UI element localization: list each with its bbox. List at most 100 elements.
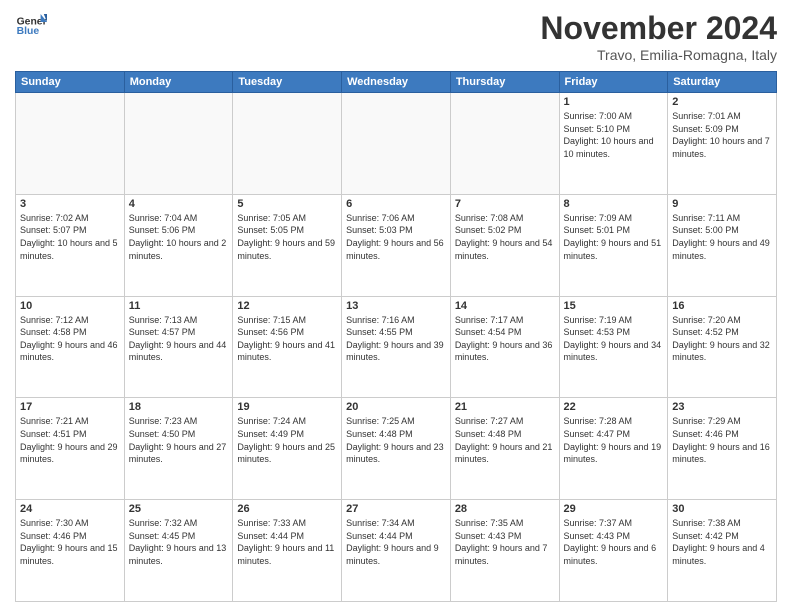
logo: General Blue	[15, 10, 47, 42]
calendar-cell: 3 Sunrise: 7:02 AM Sunset: 5:07 PM Daylig…	[16, 194, 125, 296]
day-number: 10	[20, 300, 120, 312]
calendar-cell: 12 Sunrise: 7:15 AM Sunset: 4:56 PM Dayli…	[233, 296, 342, 398]
day-info: Sunrise: 7:08 AM Sunset: 5:02 PM Dayligh…	[455, 212, 555, 262]
day-info: Sunrise: 7:12 AM Sunset: 4:58 PM Dayligh…	[20, 314, 120, 364]
day-number: 24	[20, 503, 120, 515]
day-info: Sunrise: 7:33 AM Sunset: 4:44 PM Dayligh…	[237, 517, 337, 567]
title-block: November 2024 Travo, Emilia-Romagna, Ita…	[540, 10, 777, 63]
calendar-cell: 23 Sunrise: 7:29 AM Sunset: 4:46 PM Dayli…	[668, 398, 777, 500]
week-row-2: 10 Sunrise: 7:12 AM Sunset: 4:58 PM Dayli…	[16, 296, 777, 398]
calendar-cell	[124, 93, 233, 195]
calendar-cell: 18 Sunrise: 7:23 AM Sunset: 4:50 PM Dayli…	[124, 398, 233, 500]
day-number: 17	[20, 401, 120, 413]
calendar-table: SundayMondayTuesdayWednesdayThursdayFrid…	[15, 71, 777, 602]
calendar-cell: 30 Sunrise: 7:38 AM Sunset: 4:42 PM Dayli…	[668, 500, 777, 602]
calendar-cell: 22 Sunrise: 7:28 AM Sunset: 4:47 PM Dayli…	[559, 398, 668, 500]
day-number: 18	[129, 401, 229, 413]
calendar-cell: 24 Sunrise: 7:30 AM Sunset: 4:46 PM Dayli…	[16, 500, 125, 602]
week-row-3: 17 Sunrise: 7:21 AM Sunset: 4:51 PM Dayli…	[16, 398, 777, 500]
calendar-cell: 13 Sunrise: 7:16 AM Sunset: 4:55 PM Dayli…	[342, 296, 451, 398]
day-info: Sunrise: 7:16 AM Sunset: 4:55 PM Dayligh…	[346, 314, 446, 364]
day-number: 3	[20, 198, 120, 210]
day-number: 23	[672, 401, 772, 413]
day-info: Sunrise: 7:15 AM Sunset: 4:56 PM Dayligh…	[237, 314, 337, 364]
calendar-cell: 27Sunrise: 7:34 AM Sunset: 4:44 PM Dayli…	[342, 500, 451, 602]
day-info: Sunrise: 7:20 AM Sunset: 4:52 PM Dayligh…	[672, 314, 772, 364]
day-number: 30	[672, 503, 772, 515]
calendar-cell: 7 Sunrise: 7:08 AM Sunset: 5:02 PM Daylig…	[450, 194, 559, 296]
calendar-cell: 11 Sunrise: 7:13 AM Sunset: 4:57 PM Dayli…	[124, 296, 233, 398]
calendar-cell: 20 Sunrise: 7:25 AM Sunset: 4:48 PM Dayli…	[342, 398, 451, 500]
day-info: Sunrise: 7:21 AM Sunset: 4:51 PM Dayligh…	[20, 415, 120, 465]
calendar-cell: 8 Sunrise: 7:09 AM Sunset: 5:01 PM Daylig…	[559, 194, 668, 296]
calendar-cell: 2Sunrise: 7:01 AM Sunset: 5:09 PM Daylig…	[668, 93, 777, 195]
day-number: 29	[564, 503, 664, 515]
day-info: Sunrise: 7:09 AM Sunset: 5:01 PM Dayligh…	[564, 212, 664, 262]
day-number: 21	[455, 401, 555, 413]
day-number: 22	[564, 401, 664, 413]
header-area: General Blue November 2024 Travo, Emilia…	[15, 10, 777, 63]
day-info: Sunrise: 7:05 AM Sunset: 5:05 PM Dayligh…	[237, 212, 337, 262]
month-title: November 2024	[540, 10, 777, 47]
day-info: Sunrise: 7:00 AM Sunset: 5:10 PM Dayligh…	[564, 110, 664, 160]
day-info: Sunrise: 7:04 AM Sunset: 5:06 PM Dayligh…	[129, 212, 229, 262]
svg-text:Blue: Blue	[17, 26, 40, 37]
calendar-cell: 15 Sunrise: 7:19 AM Sunset: 4:53 PM Dayli…	[559, 296, 668, 398]
day-number: 12	[237, 300, 337, 312]
calendar-cell: 1 Sunrise: 7:00 AM Sunset: 5:10 PM Daylig…	[559, 93, 668, 195]
day-number: 5	[237, 198, 337, 210]
day-info: Sunrise: 7:37 AM Sunset: 4:43 PM Dayligh…	[564, 517, 664, 567]
day-info: Sunrise: 7:02 AM Sunset: 5:07 PM Dayligh…	[20, 212, 120, 262]
day-number: 15	[564, 300, 664, 312]
week-row-0: 1 Sunrise: 7:00 AM Sunset: 5:10 PM Daylig…	[16, 93, 777, 195]
day-number: 13	[346, 300, 446, 312]
calendar-cell: 19 Sunrise: 7:24 AM Sunset: 4:49 PM Dayli…	[233, 398, 342, 500]
day-info: Sunrise: 7:38 AM Sunset: 4:42 PM Dayligh…	[672, 517, 772, 567]
day-info: Sunrise: 7:28 AM Sunset: 4:47 PM Dayligh…	[564, 415, 664, 465]
day-number: 19	[237, 401, 337, 413]
day-info: Sunrise: 7:35 AM Sunset: 4:43 PM Dayligh…	[455, 517, 555, 567]
day-number: 28	[455, 503, 555, 515]
day-number: 26	[237, 503, 337, 515]
weekday-header-monday: Monday	[124, 72, 233, 93]
calendar-cell: 5 Sunrise: 7:05 AM Sunset: 5:05 PM Daylig…	[233, 194, 342, 296]
calendar-cell	[342, 93, 451, 195]
calendar-cell: 6 Sunrise: 7:06 AM Sunset: 5:03 PM Daylig…	[342, 194, 451, 296]
weekday-header-wednesday: Wednesday	[342, 72, 451, 93]
weekday-header-friday: Friday	[559, 72, 668, 93]
calendar-cell: 4Sunrise: 7:04 AM Sunset: 5:06 PM Daylig…	[124, 194, 233, 296]
day-number: 8	[564, 198, 664, 210]
day-info: Sunrise: 7:30 AM Sunset: 4:46 PM Dayligh…	[20, 517, 120, 567]
day-info: Sunrise: 7:01 AM Sunset: 5:09 PM Dayligh…	[672, 110, 772, 160]
day-number: 27	[346, 503, 446, 515]
calendar-cell	[233, 93, 342, 195]
calendar-cell: 28 Sunrise: 7:35 AM Sunset: 4:43 PM Dayli…	[450, 500, 559, 602]
day-number: 7	[455, 198, 555, 210]
day-number: 11	[129, 300, 229, 312]
day-info: Sunrise: 7:27 AM Sunset: 4:48 PM Dayligh…	[455, 415, 555, 465]
calendar-cell: 29 Sunrise: 7:37 AM Sunset: 4:43 PM Dayli…	[559, 500, 668, 602]
day-info: Sunrise: 7:17 AM Sunset: 4:54 PM Dayligh…	[455, 314, 555, 364]
calendar-cell: 16 Sunrise: 7:20 AM Sunset: 4:52 PM Dayli…	[668, 296, 777, 398]
day-info: Sunrise: 7:25 AM Sunset: 4:48 PM Dayligh…	[346, 415, 446, 465]
day-number: 16	[672, 300, 772, 312]
calendar-cell: 17 Sunrise: 7:21 AM Sunset: 4:51 PM Dayli…	[16, 398, 125, 500]
day-number: 9	[672, 198, 772, 210]
calendar-cell	[16, 93, 125, 195]
day-number: 6	[346, 198, 446, 210]
day-info: Sunrise: 7:13 AM Sunset: 4:57 PM Dayligh…	[129, 314, 229, 364]
weekday-header-saturday: Saturday	[668, 72, 777, 93]
day-info: Sunrise: 7:06 AM Sunset: 5:03 PM Dayligh…	[346, 212, 446, 262]
day-number: 1	[564, 96, 664, 108]
day-info: Sunrise: 7:32 AM Sunset: 4:45 PM Dayligh…	[129, 517, 229, 567]
day-info: Sunrise: 7:19 AM Sunset: 4:53 PM Dayligh…	[564, 314, 664, 364]
calendar-cell: 9Sunrise: 7:11 AM Sunset: 5:00 PM Daylig…	[668, 194, 777, 296]
day-number: 14	[455, 300, 555, 312]
calendar-cell: 21 Sunrise: 7:27 AM Sunset: 4:48 PM Dayli…	[450, 398, 559, 500]
weekday-header-thursday: Thursday	[450, 72, 559, 93]
day-info: Sunrise: 7:24 AM Sunset: 4:49 PM Dayligh…	[237, 415, 337, 465]
day-number: 20	[346, 401, 446, 413]
day-info: Sunrise: 7:23 AM Sunset: 4:50 PM Dayligh…	[129, 415, 229, 465]
calendar-cell: 10 Sunrise: 7:12 AM Sunset: 4:58 PM Dayli…	[16, 296, 125, 398]
day-info: Sunrise: 7:29 AM Sunset: 4:46 PM Dayligh…	[672, 415, 772, 465]
